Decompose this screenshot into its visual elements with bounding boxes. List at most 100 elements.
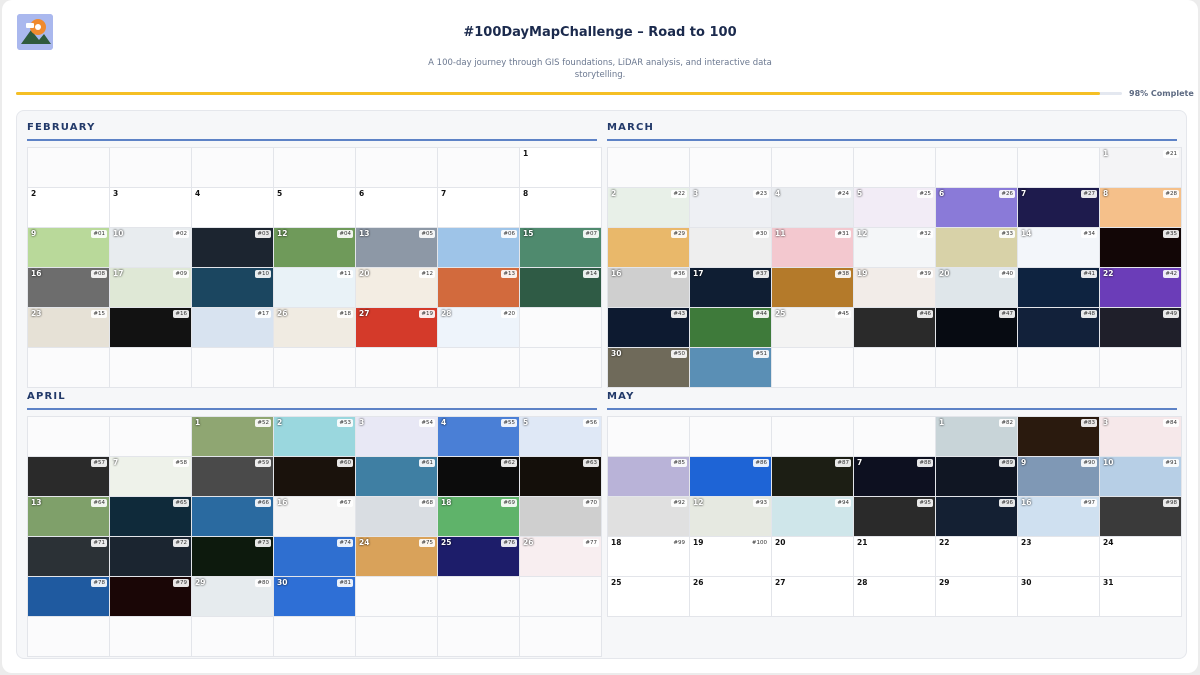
calendar-day-cell[interactable]: #33 (936, 228, 1017, 267)
calendar-day-cell[interactable]: 7 (438, 188, 519, 227)
calendar-day-cell[interactable]: #51 (690, 348, 771, 387)
calendar-day-cell[interactable]: 13 #05 (356, 228, 437, 267)
calendar-day-cell[interactable]: #49 (1100, 308, 1181, 347)
calendar-day-cell[interactable]: 27 (772, 577, 853, 616)
calendar-day-cell[interactable]: 4 #24 (772, 188, 853, 227)
calendar-day-cell[interactable]: 26 #18 (274, 308, 355, 347)
calendar-day-cell[interactable]: 11 #31 (772, 228, 853, 267)
calendar-day-cell[interactable]: 3 #23 (690, 188, 771, 227)
calendar-day-cell[interactable]: #61 (356, 457, 437, 496)
calendar-day-cell[interactable]: #35 (1100, 228, 1181, 267)
calendar-day-cell[interactable]: 19 #100 (690, 537, 771, 576)
calendar-day-cell[interactable]: 26 (690, 577, 771, 616)
calendar-day-cell[interactable]: 12 #93 (690, 497, 771, 536)
calendar-day-cell[interactable]: 29 (936, 577, 1017, 616)
calendar-day-cell[interactable]: 14 #34 (1018, 228, 1099, 267)
calendar-day-cell[interactable]: #74 (274, 537, 355, 576)
calendar-day-cell[interactable]: #03 (192, 228, 273, 267)
calendar-day-cell[interactable]: 23 (1018, 537, 1099, 576)
calendar-day-cell[interactable]: 24 (1100, 537, 1181, 576)
calendar-day-cell[interactable]: 16 #08 (28, 268, 109, 307)
calendar-day-cell[interactable]: #96 (936, 497, 1017, 536)
calendar-day-cell[interactable]: 12 #04 (274, 228, 355, 267)
calendar-day-cell[interactable]: 20 #40 (936, 268, 1017, 307)
calendar-day-cell[interactable]: #11 (274, 268, 355, 307)
calendar-day-cell[interactable]: 28 #20 (438, 308, 519, 347)
calendar-day-cell[interactable]: 28 (854, 577, 935, 616)
calendar-day-cell[interactable]: #78 (28, 577, 109, 616)
calendar-day-cell[interactable]: #47 (936, 308, 1017, 347)
calendar-day-cell[interactable]: #44 (690, 308, 771, 347)
calendar-day-cell[interactable]: 7 #58 (110, 457, 191, 496)
calendar-day-cell[interactable]: 8 (520, 188, 601, 227)
calendar-day-cell[interactable]: 25 #45 (772, 308, 853, 347)
calendar-day-cell[interactable]: 23 #15 (28, 308, 109, 347)
calendar-day-cell[interactable]: 9 #01 (28, 228, 109, 267)
calendar-day-cell[interactable]: 5 #25 (854, 188, 935, 227)
calendar-day-cell[interactable]: 18 #69 (438, 497, 519, 536)
calendar-day-cell[interactable]: 21 (854, 537, 935, 576)
calendar-day-cell[interactable]: 4 (192, 188, 273, 227)
calendar-day-cell[interactable]: 27 #19 (356, 308, 437, 347)
calendar-day-cell[interactable]: #29 (608, 228, 689, 267)
calendar-day-cell[interactable]: #17 (192, 308, 273, 347)
calendar-day-cell[interactable]: 26 #77 (520, 537, 601, 576)
calendar-day-cell[interactable]: 3 (110, 188, 191, 227)
calendar-day-cell[interactable]: #16 (110, 308, 191, 347)
calendar-day-cell[interactable]: 2 #53 (274, 417, 355, 456)
calendar-day-cell[interactable]: 6 #26 (936, 188, 1017, 227)
calendar-day-cell[interactable]: 22 (936, 537, 1017, 576)
calendar-day-cell[interactable]: 16 #36 (608, 268, 689, 307)
calendar-day-cell[interactable]: 30 (1018, 577, 1099, 616)
calendar-day-cell[interactable]: #62 (438, 457, 519, 496)
calendar-day-cell[interactable]: 29 #80 (192, 577, 273, 616)
calendar-day-cell[interactable]: #71 (28, 537, 109, 576)
calendar-day-cell[interactable]: 9 #90 (1018, 457, 1099, 496)
calendar-day-cell[interactable]: 16 #67 (274, 497, 355, 536)
calendar-day-cell[interactable]: 5 (274, 188, 355, 227)
calendar-day-cell[interactable]: #95 (854, 497, 935, 536)
calendar-day-cell[interactable]: #83 (1018, 417, 1099, 456)
calendar-day-cell[interactable]: 4 #55 (438, 417, 519, 456)
calendar-day-cell[interactable]: #59 (192, 457, 273, 496)
calendar-day-cell[interactable]: #48 (1018, 308, 1099, 347)
calendar-day-cell[interactable]: #13 (438, 268, 519, 307)
calendar-day-cell[interactable]: 1 #82 (936, 417, 1017, 456)
calendar-day-cell[interactable]: 10 #02 (110, 228, 191, 267)
calendar-day-cell[interactable]: 19 #39 (854, 268, 935, 307)
calendar-day-cell[interactable]: #65 (110, 497, 191, 536)
calendar-day-cell[interactable]: 5 #56 (520, 417, 601, 456)
calendar-day-cell[interactable]: 22 #42 (1100, 268, 1181, 307)
calendar-day-cell[interactable]: 15 #07 (520, 228, 601, 267)
calendar-day-cell[interactable]: #41 (1018, 268, 1099, 307)
calendar-day-cell[interactable]: #89 (936, 457, 1017, 496)
calendar-day-cell[interactable]: #30 (690, 228, 771, 267)
calendar-day-cell[interactable]: 30 #81 (274, 577, 355, 616)
calendar-day-cell[interactable]: 16 #97 (1018, 497, 1099, 536)
calendar-day-cell[interactable]: 2 (28, 188, 109, 227)
calendar-day-cell[interactable]: 13 #64 (28, 497, 109, 536)
calendar-day-cell[interactable]: #43 (608, 308, 689, 347)
calendar-day-cell[interactable]: #57 (28, 457, 109, 496)
calendar-day-cell[interactable]: #14 (520, 268, 601, 307)
calendar-day-cell[interactable]: #86 (690, 457, 771, 496)
calendar-day-cell[interactable]: 3 #54 (356, 417, 437, 456)
calendar-day-cell[interactable]: 31 (1100, 577, 1181, 616)
calendar-day-cell[interactable]: 18 #99 (608, 537, 689, 576)
calendar-day-cell[interactable]: 17 #37 (690, 268, 771, 307)
calendar-day-cell[interactable]: #72 (110, 537, 191, 576)
calendar-day-cell[interactable]: #87 (772, 457, 853, 496)
calendar-day-cell[interactable]: #60 (274, 457, 355, 496)
calendar-day-cell[interactable]: 7 #27 (1018, 188, 1099, 227)
calendar-day-cell[interactable]: #66 (192, 497, 273, 536)
calendar-day-cell[interactable]: 12 #32 (854, 228, 935, 267)
calendar-day-cell[interactable]: #38 (772, 268, 853, 307)
calendar-day-cell[interactable]: 17 #09 (110, 268, 191, 307)
calendar-day-cell[interactable]: 24 #75 (356, 537, 437, 576)
calendar-day-cell[interactable]: #10 (192, 268, 273, 307)
calendar-day-cell[interactable]: #06 (438, 228, 519, 267)
calendar-day-cell[interactable]: 6 (356, 188, 437, 227)
calendar-day-cell[interactable]: 7 #88 (854, 457, 935, 496)
calendar-day-cell[interactable]: #92 (608, 497, 689, 536)
calendar-day-cell[interactable]: #73 (192, 537, 273, 576)
